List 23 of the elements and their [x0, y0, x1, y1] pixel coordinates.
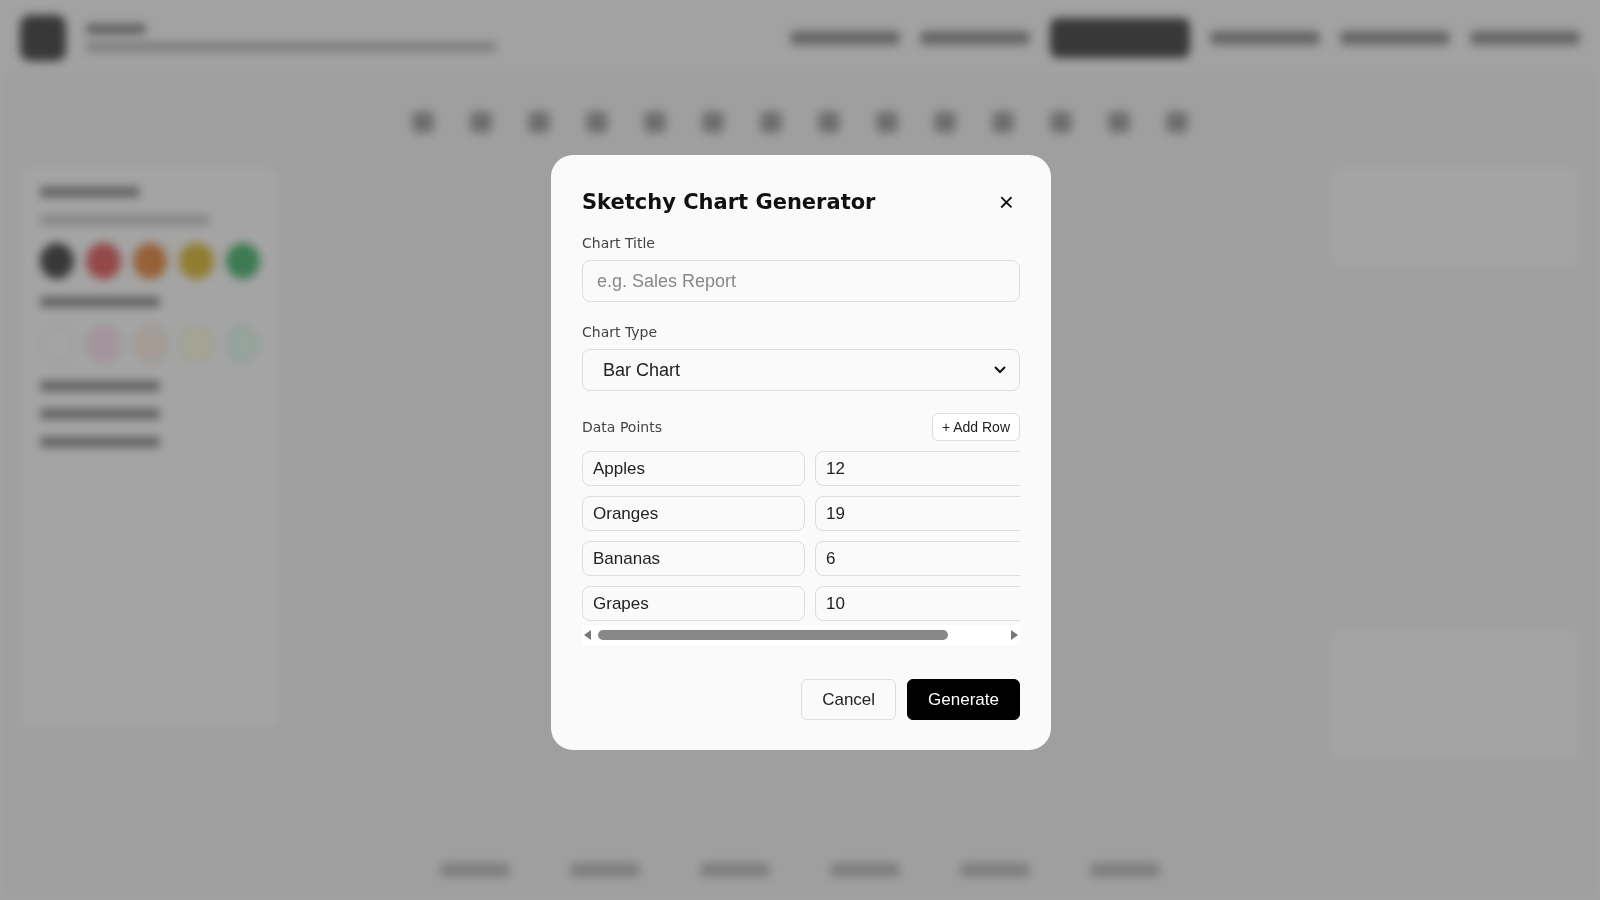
- value-field[interactable]: 6: [815, 541, 1020, 576]
- field-label: Chart Type: [582, 324, 659, 340]
- label-field[interactable]: Grapes: [582, 586, 805, 621]
- label-field[interactable]: Bananas: [582, 541, 805, 576]
- label-field[interactable]: Apples: [582, 451, 805, 486]
- field-label: Data Points: [582, 419, 662, 435]
- field-label: Chart Title: [582, 235, 656, 251]
- chart-title-field[interactable]: e.g. Sales Report: [582, 260, 1020, 302]
- close-button[interactable]: ×: [992, 189, 1020, 215]
- horizontal-scrollbar[interactable]: [582, 625, 1020, 645]
- generate-button[interactable]: Generate: [907, 679, 1020, 720]
- chart-type-dropdown[interactable]: Bar Chart: [582, 349, 1020, 391]
- chevron-down-icon: [993, 365, 1007, 375]
- scrollbar-thumb[interactable]: [598, 630, 948, 640]
- value-field[interactable]: 19: [815, 496, 1020, 531]
- scroll-left-icon[interactable]: [582, 629, 592, 641]
- add-row-button[interactable]: + Add Row: [931, 413, 1020, 441]
- scroll-right-icon[interactable]: [1010, 629, 1020, 641]
- cancel-button[interactable]: Cancel: [801, 679, 897, 720]
- value-field[interactable]: 12: [815, 451, 1020, 486]
- dialog-title: Sketchy Chart Generator: [582, 190, 876, 214]
- label-field[interactable]: Oranges: [582, 496, 805, 531]
- value-field[interactable]: 10: [815, 586, 1020, 621]
